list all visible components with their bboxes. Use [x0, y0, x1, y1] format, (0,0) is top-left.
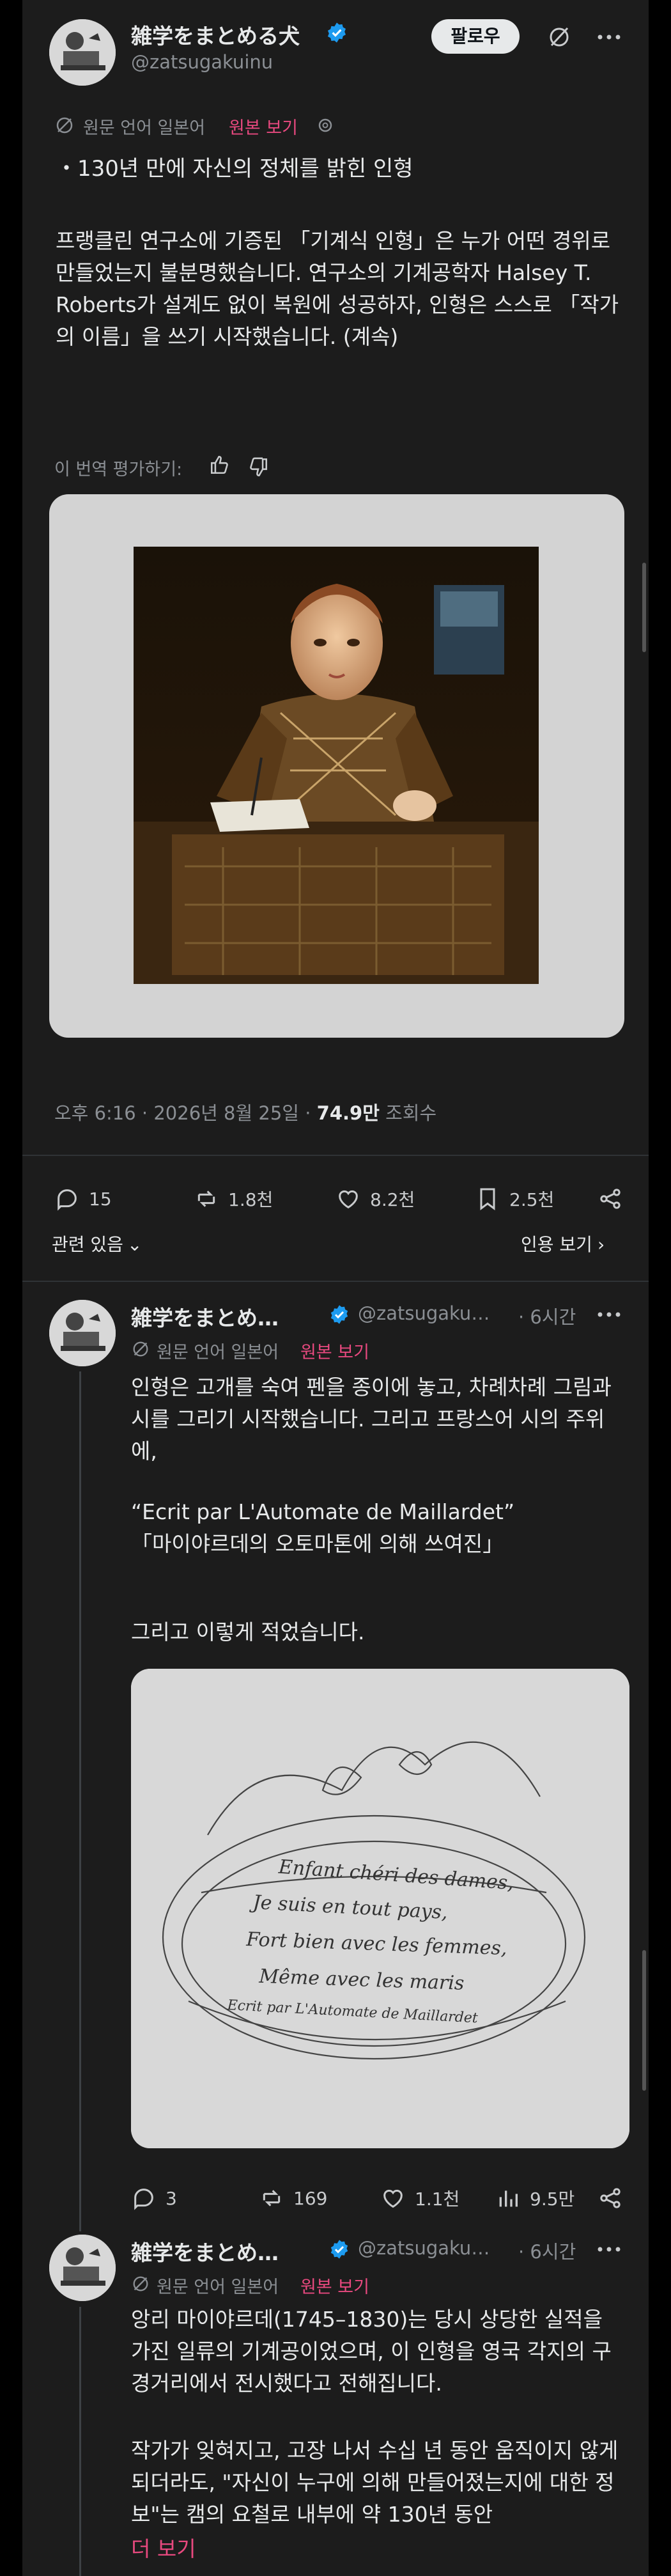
timestamp-text: 오후 6:16 · 2026년 8월 25일 ·	[54, 1102, 317, 1124]
more-icon[interactable]	[596, 1308, 622, 1321]
reply-count: 15	[89, 1188, 112, 1210]
translate-icon	[133, 2276, 148, 2291]
timestamp: 오후 6:16 · 2026년 8월 25일 · 74.9만 조회수	[54, 1098, 436, 1125]
thumbs-up-icon[interactable]	[209, 454, 231, 476]
like-count: 1.1천	[415, 2189, 460, 2210]
handle[interactable]: @zatsugakuinu	[131, 51, 273, 73]
reply-icon	[134, 2189, 153, 2210]
like-count: 8.2천	[370, 1189, 415, 1210]
related-label: 관련 있음	[52, 1234, 123, 1255]
repost-button[interactable]: 1.8천	[194, 1186, 273, 1212]
verified-badge-icon	[327, 22, 346, 43]
more-icon[interactable]	[596, 31, 622, 43]
scrollbar[interactable]	[642, 1950, 646, 2091]
author-name[interactable]: 雑学をまとめ…	[131, 2236, 279, 2267]
handwriting-image: Enfant chéri des dames, Je suis en tout …	[131, 1669, 629, 2148]
views-count: 9.5만	[530, 2189, 575, 2210]
reply-icon	[58, 1189, 77, 1211]
reply-body-paragraph: 작가가 잊혀지고, 고장 나서 수십 년 동안 움직이지 않게 되더라도, "자…	[131, 2438, 619, 2527]
reply-body-quote: “Ecrit par L'Automate de Maillardet” 「마이…	[131, 1499, 515, 1556]
translate-icon	[133, 1341, 148, 1357]
settings-icon[interactable]	[315, 115, 336, 136]
like-button[interactable]: 1.1천	[380, 2185, 459, 2211]
automaton-photo	[134, 547, 539, 984]
handle[interactable]: @zatsugaku…	[358, 1302, 490, 1324]
more-icon[interactable]	[596, 2243, 622, 2256]
view-quotes-link[interactable]: 인용 보기 ›	[521, 1231, 605, 1256]
divider	[22, 1155, 649, 1156]
show-original-link[interactable]: 원본 보기	[300, 2273, 369, 2298]
thread-line	[79, 2307, 81, 2576]
handle[interactable]: @zatsugaku…	[358, 2237, 490, 2259]
translation-note: 원문 언어 일본어	[157, 1343, 279, 1362]
thread-line	[79, 1371, 81, 2231]
post-headline: ・130년 만에 자신의 정체를 밝힌 인형	[56, 156, 413, 182]
translate-icon	[56, 117, 73, 134]
share-icon[interactable]	[598, 2185, 623, 2211]
chevron-right-icon: ›	[597, 1234, 605, 1255]
related-dropdown[interactable]: 관련 있음 ⌄	[52, 1231, 142, 1256]
avatar[interactable]	[49, 2235, 116, 2301]
divider	[22, 1281, 649, 1282]
translation-note: 원문 언어 일본어	[83, 118, 206, 138]
post-body: 프랭클린 연구소에 기증된 「기계식 인형」은 누가 어떤 경위로 만들었는지 …	[56, 228, 619, 349]
timeline-column: 雑学をまとめる犬 @zatsugakuinu 팔로우 원문 언어 일본어 원본 …	[22, 0, 649, 2576]
reply-body-paragraph: 인형은 고개를 숙여 펜을 종이에 놓고, 차례차례 그림과 시를 그리기 시작…	[131, 1375, 612, 1464]
bookmark-icon	[480, 1188, 495, 1210]
repost-count: 1.8천	[228, 1189, 274, 1210]
reply-count: 3	[166, 2187, 177, 2209]
share-icon[interactable]	[598, 1186, 623, 1212]
heart-icon	[383, 2189, 403, 2208]
avatar[interactable]	[49, 1300, 116, 1366]
post-time[interactable]: · 6시간	[518, 1302, 576, 1329]
show-more-link[interactable]: 더 보기	[131, 2532, 196, 2563]
view-quotes-label: 인용 보기	[521, 1234, 592, 1255]
repost-icon	[263, 2190, 281, 2206]
views-count: 74.9만	[316, 1102, 380, 1124]
show-original-link[interactable]: 원본 보기	[300, 1338, 369, 1363]
bookmark-count: 2.5천	[509, 1189, 555, 1210]
views-label: 조회수	[379, 1102, 437, 1124]
views-button[interactable]: 9.5만	[495, 2185, 575, 2211]
verified-badge-icon	[330, 1305, 348, 1324]
grok-icon[interactable]	[546, 24, 572, 50]
repost-button[interactable]: 169	[259, 2185, 327, 2211]
show-original-link[interactable]: 원본 보기	[229, 114, 298, 139]
avatar[interactable]	[49, 19, 116, 86]
like-button[interactable]: 8.2천	[336, 1186, 415, 1212]
author-name[interactable]: 雑学をまとめ…	[131, 1301, 279, 1332]
follow-button[interactable]: 팔로우	[431, 19, 520, 54]
verified-badge-icon	[330, 2240, 348, 2259]
repost-count: 169	[293, 2187, 328, 2209]
thumbs-down-icon[interactable]	[247, 457, 269, 478]
chevron-down-icon: ⌄	[127, 1234, 143, 1255]
reply-body-paragraph: 그리고 이렇게 적었습니다.	[131, 1620, 365, 1644]
bookmark-button[interactable]: 2.5천	[475, 1186, 554, 1212]
post-media[interactable]	[49, 494, 624, 1038]
scrollbar[interactable]	[642, 563, 646, 652]
heart-icon	[339, 1190, 358, 1209]
reply-body-paragraph: 앙리 마이야르데(1745–1830)는 당시 상당한 실적을 가진 일류의 기…	[131, 2307, 612, 2396]
reply-button[interactable]: 3	[131, 2185, 177, 2211]
author-name[interactable]: 雑学をまとめる犬	[131, 19, 300, 50]
analytics-icon	[499, 2190, 518, 2207]
rate-translation-label: 이 번역 평가하기:	[54, 460, 183, 480]
reply-button[interactable]: 15	[54, 1186, 112, 1212]
translation-note: 원문 언어 일본어	[157, 2277, 279, 2297]
repost-icon	[197, 1190, 215, 1207]
reply-media[interactable]: Enfant chéri des dames, Je suis en tout …	[131, 1669, 629, 2148]
post-time[interactable]: · 6시간	[518, 2237, 576, 2264]
